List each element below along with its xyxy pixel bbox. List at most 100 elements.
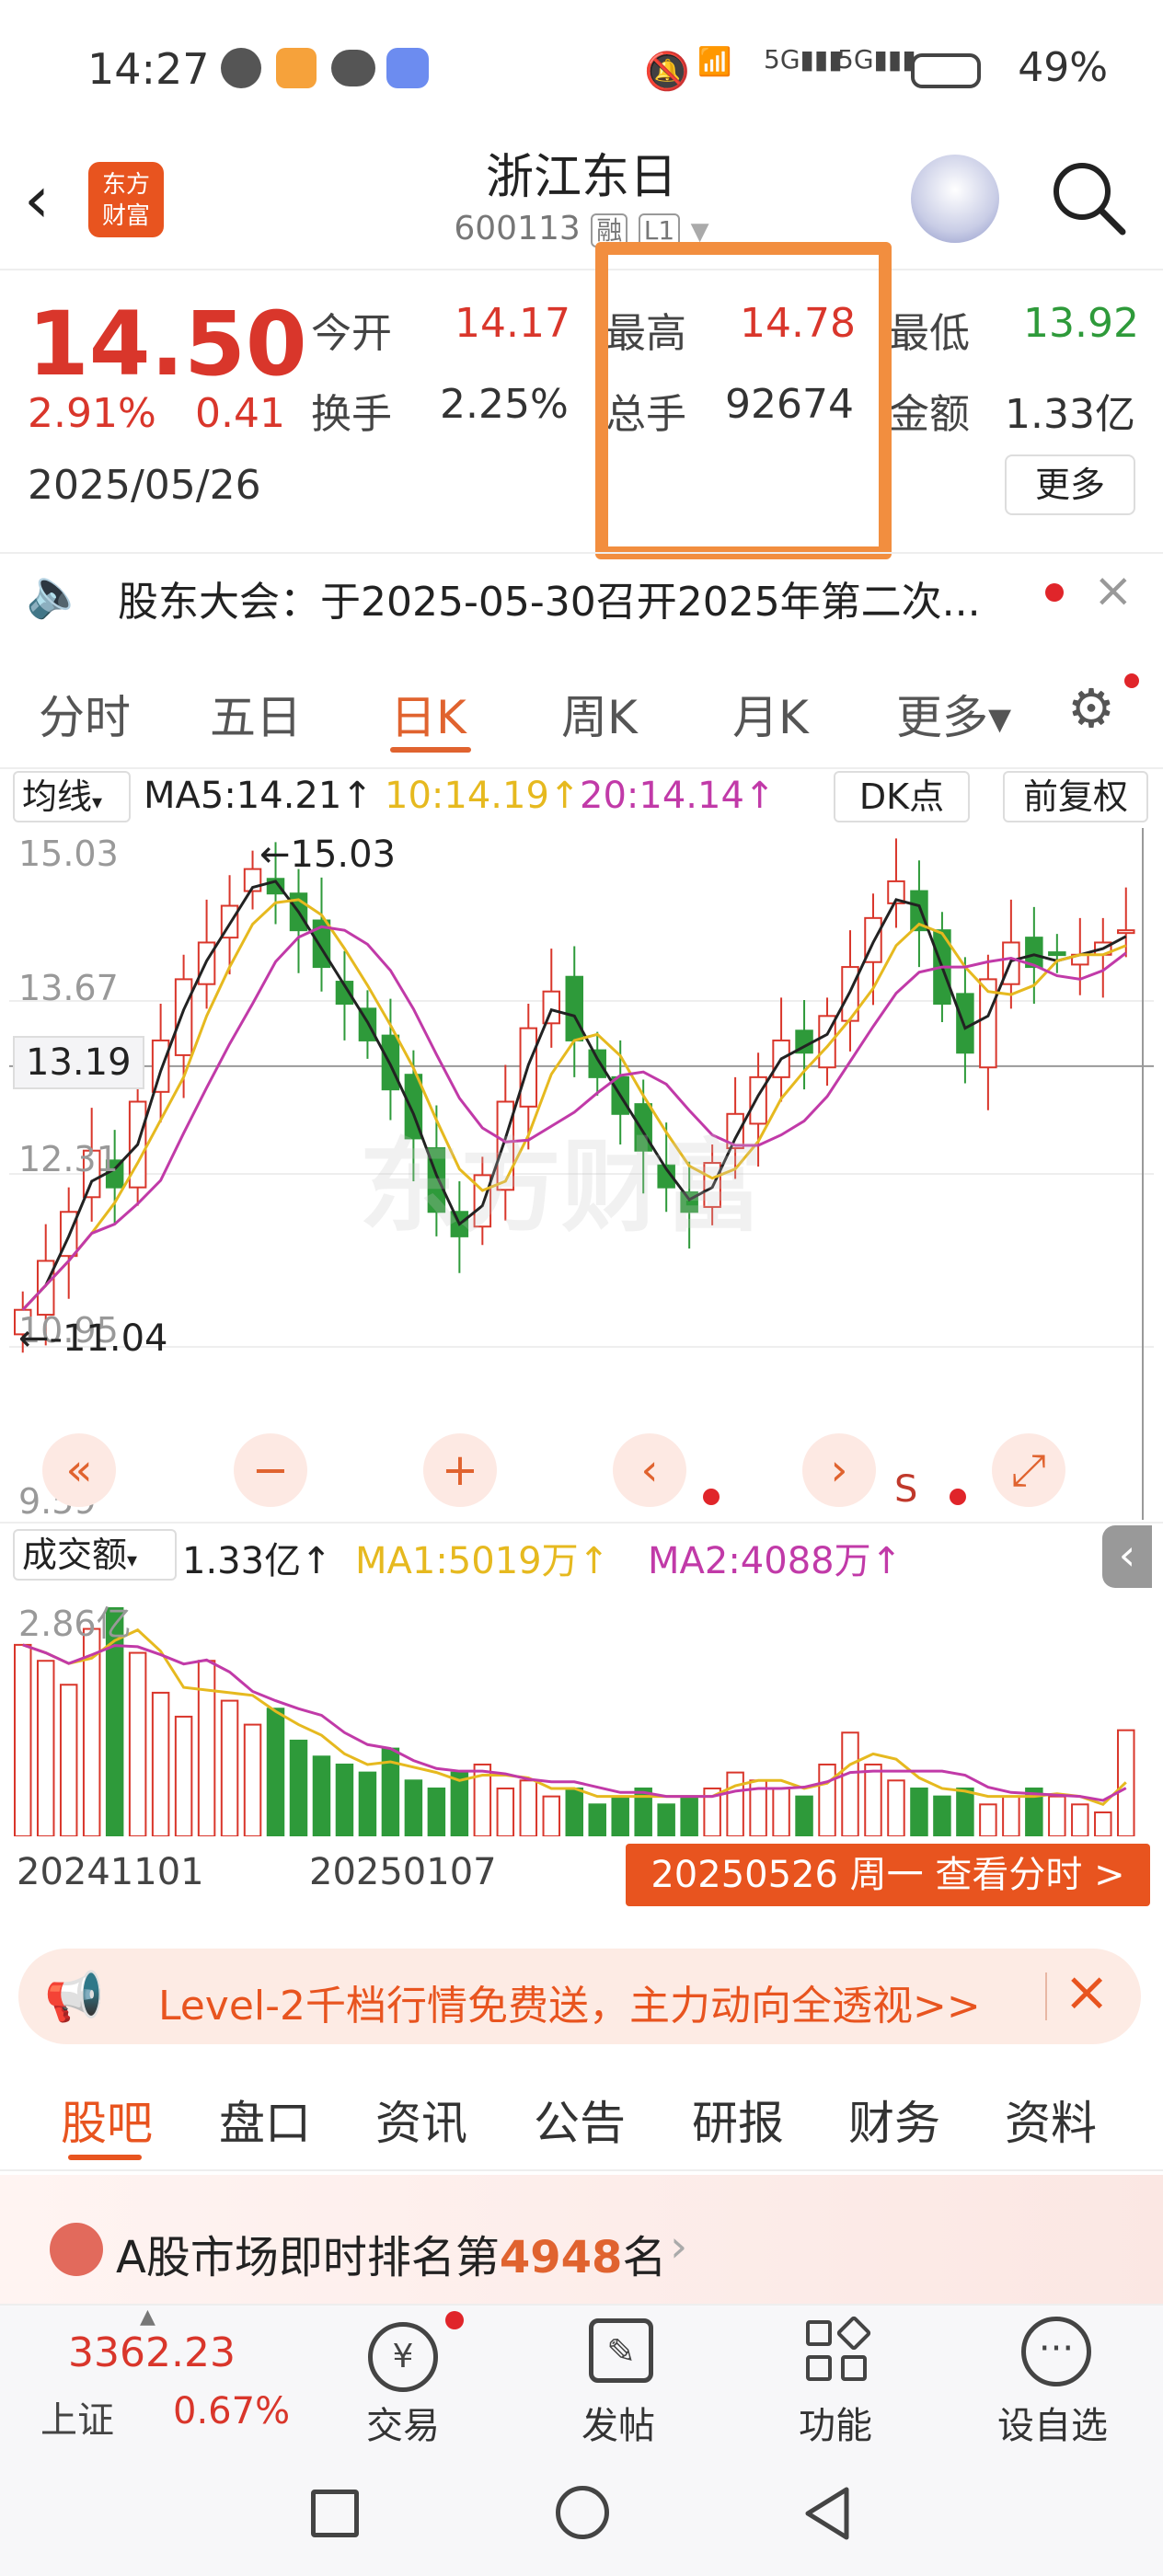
sell-marker-icon: S <box>894 1468 918 1511</box>
change-amount: 0.41 <box>195 390 285 437</box>
battery-percent: 49% <box>1018 44 1108 91</box>
volume-bar <box>243 1723 262 1836</box>
candle <box>36 1259 55 1317</box>
tab-announcements[interactable]: 公告 <box>534 2087 626 2153</box>
volume-indicator-selector[interactable]: 成交额▾ <box>13 1529 177 1581</box>
tab-guba[interactable]: 股吧 <box>61 2087 153 2153</box>
trade-icon[interactable]: ¥ <box>368 2322 438 2392</box>
dock-trade-label[interactable]: 交易 <box>366 2396 440 2449</box>
search-icon[interactable] <box>1049 158 1128 237</box>
volume-chart[interactable] <box>9 1590 1154 1836</box>
active-tab-indicator <box>390 747 471 753</box>
settings-dot <box>1124 673 1139 688</box>
volume-bar <box>36 1660 55 1836</box>
tab-pankou[interactable]: 盘口 <box>219 2087 311 2153</box>
home-icon[interactable] <box>556 2486 609 2539</box>
volume-bar <box>565 1787 583 1836</box>
volume-bar <box>680 1795 698 1836</box>
fullscreen-icon[interactable]: ⤢ <box>992 1433 1065 1507</box>
low-value: 13.92 <box>1023 300 1139 347</box>
volume-bar <box>588 1803 606 1836</box>
volume-bar <box>220 1699 239 1836</box>
candle <box>565 975 583 1041</box>
volume-bar <box>979 1803 997 1836</box>
close-notice-icon[interactable]: × <box>1093 563 1134 618</box>
volume-bar <box>1094 1811 1112 1836</box>
scroll-right-icon[interactable]: › <box>802 1433 876 1507</box>
tab-monthly-k[interactable]: 月K <box>732 681 809 747</box>
ma5-value: MA5:14.21↑ <box>144 775 373 817</box>
wifi-icon: 📶 <box>697 46 732 78</box>
stock-code: 600113 <box>454 210 581 247</box>
scroll-fast-left-icon[interactable]: « <box>42 1433 116 1507</box>
mute-icon: 🔕 <box>644 51 690 93</box>
index-value[interactable]: 3362.23 <box>68 2329 236 2376</box>
y-label-top: 15.03 <box>18 834 119 874</box>
low-label: 最低 <box>889 310 970 357</box>
volume-bar <box>795 1795 813 1836</box>
volume-bar <box>266 1708 285 1836</box>
signal-dot-2 <box>950 1489 966 1505</box>
promo-text: Level-2千档行情免费送，主力动向全透视>> <box>158 1983 981 2030</box>
dock-post-label[interactable]: 发帖 <box>582 2396 655 2449</box>
volume-bar <box>864 1763 882 1836</box>
volume-bar <box>358 1771 377 1836</box>
zoom-out-icon[interactable]: − <box>234 1433 307 1507</box>
assistant-avatar[interactable] <box>911 155 999 243</box>
close-promo-icon[interactable]: × <box>1064 1960 1110 2024</box>
back-nav-icon[interactable] <box>800 2484 852 2543</box>
volume-bar <box>427 1787 446 1836</box>
dock-watchlist-label[interactable]: 设自选 <box>997 2396 1108 2449</box>
adjust-button[interactable]: 前复权 <box>1003 771 1148 822</box>
volume-bar <box>726 1771 744 1836</box>
dk-point-button[interactable]: DK点 <box>834 771 970 822</box>
post-edit-icon[interactable]: ✎ <box>589 2318 653 2383</box>
ma10-value: 10:14.19↑ <box>385 775 581 817</box>
x-label-1: 20241101 <box>17 1851 204 1893</box>
tab-finance[interactable]: 财务 <box>848 2087 940 2153</box>
tab-profile[interactable]: 资料 <box>1005 2087 1097 2153</box>
tab-more[interactable]: 更多▾ <box>896 681 1011 747</box>
amount-label: 金额 <box>889 391 970 438</box>
divider <box>0 1522 1163 1524</box>
zoom-in-icon[interactable]: + <box>423 1433 497 1507</box>
tab-intraday[interactable]: 分时 <box>39 681 131 747</box>
status-time: 14:27 <box>87 44 210 94</box>
tab-news[interactable]: 资讯 <box>375 2087 467 2153</box>
indicator-selector[interactable]: 均线▾ <box>13 771 131 822</box>
promo-divider <box>1045 1972 1047 2020</box>
scroll-left-icon[interactable]: ‹ <box>613 1433 686 1507</box>
volume-bar <box>174 1715 193 1836</box>
settings-gear-icon[interactable]: ⚙ <box>1067 677 1115 740</box>
volume-bar <box>841 1731 859 1836</box>
function-grid-icon[interactable] <box>806 2315 872 2385</box>
recents-icon[interactable] <box>311 2490 359 2537</box>
trade-dot <box>445 2311 464 2329</box>
highlight-annotation-box <box>595 242 892 559</box>
collapse-panel-icon[interactable]: ‹ <box>1102 1525 1152 1588</box>
more-button[interactable]: 更多 <box>1005 454 1135 515</box>
candle <box>1117 929 1135 935</box>
tab-five-day[interactable]: 五日 <box>210 681 302 747</box>
open-label: 今开 <box>311 310 392 357</box>
turnover-value: 2.25% <box>440 381 569 428</box>
candle <box>542 990 561 1025</box>
more-circle-icon[interactable]: ··· <box>1021 2317 1091 2386</box>
volume-bar <box>289 1739 308 1836</box>
volume-bar <box>542 1795 561 1836</box>
status-bar: 14:27 🔕 📶 5G▮▮▮ 5G▮▮▮ 49% <box>0 0 1163 147</box>
max-price-marker: ←15.03 <box>259 834 397 876</box>
tab-research[interactable]: 研报 <box>692 2087 784 2153</box>
quote-date: 2025/05/26 <box>28 462 261 509</box>
view-intraday-button[interactable]: 20250526 周一 查看分时 > <box>626 1844 1150 1906</box>
tab-daily-k[interactable]: 日K <box>390 681 466 747</box>
megaphone-icon: 📢 <box>44 1970 104 2025</box>
y-label-3: 12.31 <box>18 1139 119 1179</box>
signal-icon-2: 5G▮▮▮ <box>837 44 916 75</box>
wechat-icon <box>331 50 375 86</box>
dock-function-label[interactable]: 功能 <box>799 2396 872 2449</box>
volume-bar <box>1071 1803 1089 1836</box>
tab-weekly-k[interactable]: 周K <box>561 681 638 747</box>
candle <box>151 1039 170 1093</box>
volume-bar <box>1002 1795 1020 1836</box>
